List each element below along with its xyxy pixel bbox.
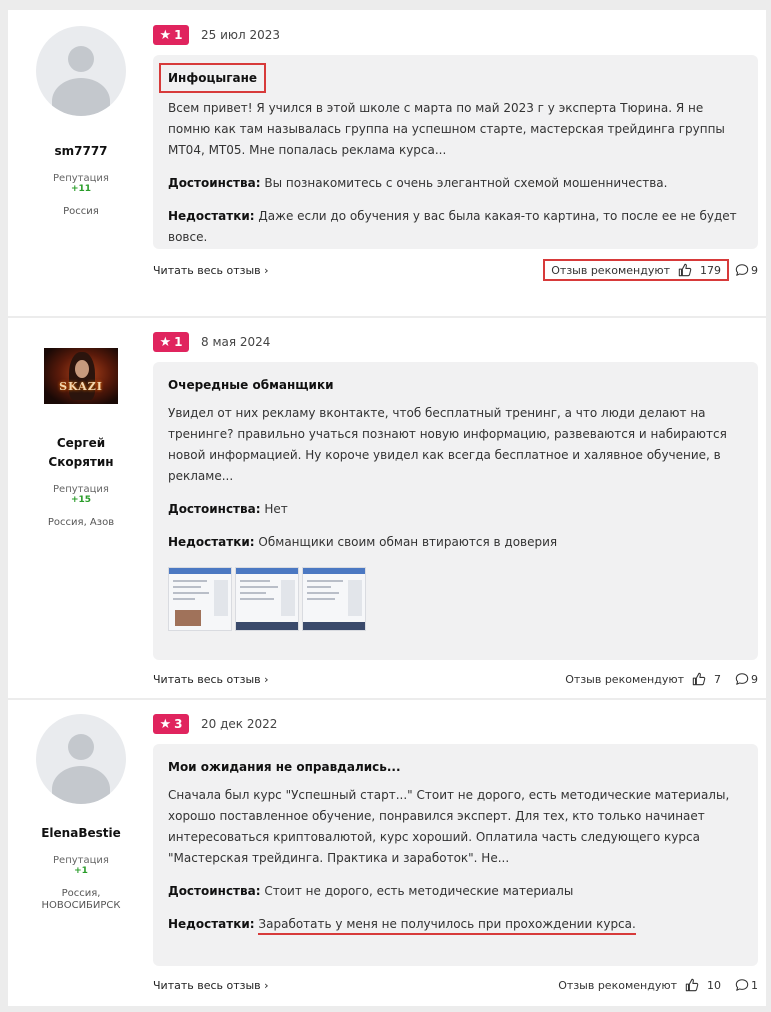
review-pros: Достоинства: Нет — [168, 499, 743, 520]
rating-badge: ★ 3 — [153, 714, 189, 734]
review-footer: Читать весь отзыв › Отзыв рекомендуют 17… — [153, 257, 758, 283]
avatar[interactable]: SKAZI — [44, 348, 118, 404]
read-full-review-link[interactable]: Читать весь отзыв › — [153, 979, 269, 992]
rating-value: 1 — [174, 335, 183, 349]
star-icon: ★ — [159, 27, 172, 43]
review-attachments — [168, 567, 743, 631]
pros-text: Нет — [264, 502, 288, 516]
author-name[interactable]: ElenaBestie — [8, 824, 154, 843]
review-date: 25 июл 2023 — [201, 28, 281, 42]
rating-value: 1 — [174, 28, 183, 42]
cons-label: Недостатки: — [168, 209, 255, 223]
review-text: Сначала был курс "Успешный старт..." Сто… — [168, 788, 730, 865]
recommend-label: Отзыв рекомендуют — [565, 672, 684, 686]
reputation-label: Репутация — [53, 173, 109, 184]
review-text: Увидел от них рекламу вконтакте, чтоб бе… — [168, 406, 727, 483]
user-placeholder-icon — [68, 46, 94, 72]
like-count: 10 — [707, 978, 721, 992]
author-name[interactable]: sm7777 — [8, 142, 154, 161]
review-meta: ★ 3 20 дек 2022 — [153, 713, 758, 735]
cons-text: Заработать у меня не получилось при прох… — [258, 917, 636, 935]
review-pros: Достоинства: Стоит не дорого, есть метод… — [168, 881, 743, 902]
pros-label: Достоинства: — [168, 884, 261, 898]
attachment-thumbnail[interactable] — [302, 567, 366, 631]
author-location: Россия — [63, 206, 99, 217]
comment-count: 1 — [751, 978, 758, 992]
recommend-box: Отзыв рекомендуют 7 — [559, 670, 727, 688]
rating-badge: ★ 1 — [153, 25, 189, 45]
comment-icon[interactable] — [735, 672, 749, 686]
thumbs-up-icon[interactable] — [692, 672, 706, 686]
read-full-review-link[interactable]: Читать весь отзыв › — [153, 673, 269, 686]
user-placeholder-icon — [68, 734, 94, 760]
reputation-value: +15 — [70, 495, 92, 505]
cons-text: Обманщики своим обман втираются в довери… — [258, 535, 558, 549]
comment-count: 9 — [751, 263, 758, 277]
like-count: 7 — [714, 672, 721, 686]
review-title[interactable]: Мои ожидания не оправдались... — [168, 757, 401, 777]
review-content: ★ 3 20 дек 2022 Мои ожидания не оправдал… — [153, 713, 758, 998]
author-info: SKAZI Сергей Скорятин Репутация +15 Росс… — [8, 348, 154, 529]
review-card: sm7777 Репутация +11 Россия ★ 1 25 июл 2… — [8, 10, 766, 316]
review-meta: ★ 1 8 мая 2024 — [153, 331, 758, 353]
pros-text: Вы познакомитесь с очень элегантной схем… — [264, 176, 668, 190]
review-body: Мои ожидания не оправдались... Сначала б… — [153, 744, 758, 966]
review-footer: Читать весь отзыв › Отзыв рекомендуют 10… — [153, 972, 758, 998]
reputation-value: +1 — [74, 866, 88, 876]
cons-label: Недостатки: — [168, 535, 255, 549]
review-body: Очередные обманщики Увидел от них реклам… — [153, 362, 758, 660]
comment-icon[interactable] — [735, 263, 749, 277]
review-footer: Читать весь отзыв › Отзыв рекомендуют 7 … — [153, 666, 758, 692]
like-count: 179 — [700, 263, 721, 277]
comment-count: 9 — [751, 672, 758, 686]
recommend-box: Отзыв рекомендуют 10 — [552, 976, 727, 994]
recommend-box: Отзыв рекомендуют 179 — [543, 259, 729, 281]
review-card: SKAZI Сергей Скорятин Репутация +15 Росс… — [8, 318, 766, 698]
pros-text: Стоит не дорого, есть методические матер… — [264, 884, 574, 898]
review-content: ★ 1 8 мая 2024 Очередные обманщики Увиде… — [153, 331, 758, 692]
review-stats: Отзыв рекомендуют 10 1 — [552, 976, 758, 994]
review-body: Инфоцыгане Всем привет! Я учился в этой … — [153, 55, 758, 249]
avatar[interactable] — [36, 714, 126, 804]
thumbs-up-icon[interactable] — [685, 978, 699, 992]
author-location: Россия, Азов — [47, 517, 115, 528]
reputation-label: Репутация — [53, 855, 109, 866]
avatar[interactable] — [36, 26, 126, 116]
review-title[interactable]: Очередные обманщики — [168, 375, 334, 395]
review-date: 8 мая 2024 — [201, 335, 271, 349]
attachment-thumbnail[interactable] — [235, 567, 299, 631]
recommend-label: Отзыв рекомендуют — [551, 263, 670, 277]
pros-label: Достоинства: — [168, 176, 261, 190]
read-full-review-link[interactable]: Читать весь отзыв › — [153, 264, 269, 277]
review-content: ★ 1 25 июл 2023 Инфоцыгане Всем привет! … — [153, 24, 758, 283]
author-name[interactable]: Сергей Скорятин — [41, 434, 121, 472]
cons-label: Недостатки: — [168, 917, 255, 931]
review-cons: Недостатки: Даже если до обучения у вас … — [168, 206, 743, 248]
review-card: ElenaBestie Репутация +1 Россия, НОВОСИБ… — [8, 700, 766, 1006]
rating-value: 3 — [174, 717, 183, 731]
review-stats: Отзыв рекомендуют 7 9 — [559, 670, 758, 688]
avatar-logo-text: SKAZI — [59, 380, 103, 393]
review-cons: Недостатки: Обманщики своим обман втираю… — [168, 532, 743, 553]
review-cons: Недостатки: Заработать у меня не получил… — [168, 914, 743, 935]
thumbs-up-icon[interactable] — [678, 263, 692, 277]
review-text: Всем привет! Я учился в этой школе с мар… — [168, 101, 725, 157]
star-icon: ★ — [159, 334, 172, 350]
author-info: sm7777 Репутация +11 Россия — [8, 26, 154, 218]
recommend-label: Отзыв рекомендуют — [558, 978, 677, 992]
star-icon: ★ — [159, 716, 172, 732]
review-date: 20 дек 2022 — [201, 717, 278, 731]
reputation-value: +11 — [70, 184, 92, 194]
review-pros: Достоинства: Вы познакомитесь с очень эл… — [168, 173, 743, 194]
rating-badge: ★ 1 — [153, 332, 189, 352]
review-meta: ★ 1 25 июл 2023 — [153, 24, 758, 46]
comment-icon[interactable] — [735, 978, 749, 992]
author-info: ElenaBestie Репутация +1 Россия, НОВОСИБ… — [8, 714, 154, 912]
author-location: Россия, НОВОСИБИРСК — [41, 888, 121, 911]
review-title[interactable]: Инфоцыгане — [158, 63, 267, 93]
review-stats: Отзыв рекомендуют 179 9 — [543, 259, 758, 281]
reputation-label: Репутация — [53, 484, 109, 495]
pros-label: Достоинства: — [168, 502, 261, 516]
attachment-thumbnail[interactable] — [168, 567, 232, 631]
